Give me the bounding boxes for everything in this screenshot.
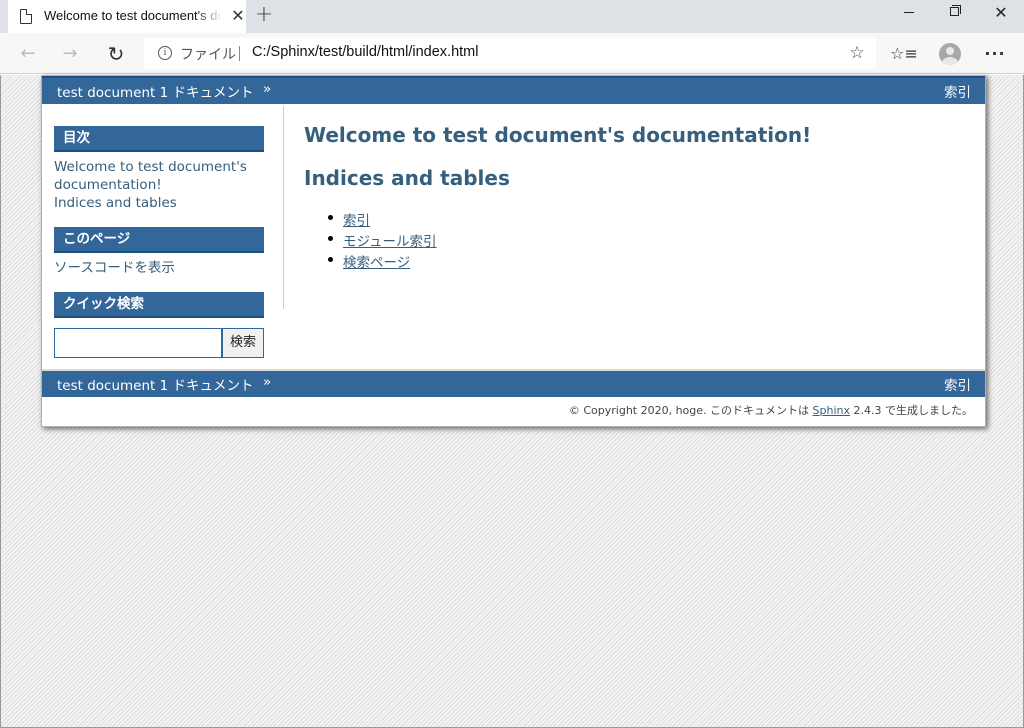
sphinx-version-text: 2.4.3 で生成しました。 [850,404,974,417]
related-bar-top: test document 1 ドキュメント » 索引 [42,76,985,104]
index-link[interactable]: 索引 [944,81,971,101]
breadcrumb-arrow: » [263,81,272,97]
minimize-icon [904,12,914,13]
bullet-icon [328,236,333,241]
window-close-button[interactable]: ✕ [978,0,1024,28]
indices-list: 索引 モジュール索引 検索ページ [324,209,437,272]
bullet-icon [328,215,333,220]
browser-titlebar: Welcome to test document's documentation… [0,0,1024,33]
avatar [939,43,961,65]
search-input[interactable] [54,328,222,358]
list-item: 検索ページ [324,251,437,272]
footer: © Copyright 2020, hoge. このドキュメントは Sphinx… [42,399,985,427]
new-tab-button[interactable]: + [252,4,276,28]
list-item: モジュール索引 [324,230,437,251]
address-bar[interactable]: i ファイル C:/Sphinx/test/build/html/index.h… [144,38,876,69]
more-icon[interactable]: ··· [981,40,1009,68]
back-arrow-icon[interactable]: ← [14,40,42,68]
quick-search-heading: クイック検索 [54,292,264,318]
search-button[interactable]: 検索 [222,328,264,358]
url-text[interactable]: C:/Sphinx/test/build/html/index.html [252,44,478,60]
list-item: 索引 [324,209,437,230]
sidebar: 目次 Welcome to test document's documentat… [42,106,284,358]
sphinx-link[interactable]: Sphinx [813,404,850,417]
tab-title: Welcome to test document's documentation… [44,8,222,23]
forward-arrow-icon[interactable]: → [56,40,84,68]
bullet-icon [328,257,333,262]
related-bar-bottom: test document 1 ドキュメント » 索引 [42,369,985,397]
reload-icon[interactable]: ↻ [102,40,130,68]
home-link-bottom[interactable]: test document 1 ドキュメント [57,374,254,394]
file-scheme-label: ファイル [180,46,236,62]
address-separator [239,46,240,61]
breadcrumb-arrow-bottom: » [263,374,272,390]
section-heading: Indices and tables [304,166,510,190]
genindex-link[interactable]: 索引 [343,213,370,229]
close-icon: ✕ [994,3,1008,22]
home-link[interactable]: test document 1 ドキュメント [57,81,254,101]
star-icon[interactable]: ☆ [846,41,868,65]
toc-item-indices[interactable]: Indices and tables [54,194,264,212]
browser-tab[interactable]: Welcome to test document's documentation… [8,0,246,33]
index-link-bottom[interactable]: 索引 [944,374,971,394]
browser-toolbar: ← → ↻ i ファイル C:/Sphinx/test/build/html/i… [0,33,1024,74]
minimize-button[interactable] [886,0,932,28]
profile-icon[interactable] [936,40,964,68]
restore-icon [950,7,959,16]
tab-close-button[interactable]: ✕ [229,7,247,25]
this-page-heading: このページ [54,227,264,253]
info-icon[interactable]: i [158,46,172,60]
favorites-list-icon[interactable]: ☆≡ [890,40,918,68]
document-icon [20,9,32,24]
page-viewport: test document 1 ドキュメント » 索引 目次 Welcome t… [0,75,1024,728]
search-page-link[interactable]: 検索ページ [343,255,410,271]
show-source-link[interactable]: ソースコードを表示 [54,259,264,277]
document-container: test document 1 ドキュメント » 索引 目次 Welcome t… [41,75,986,427]
restore-button[interactable] [932,0,978,28]
toc-item-welcome[interactable]: Welcome to test document's documentation… [54,158,264,194]
page-title: Welcome to test document's documentation… [304,123,812,147]
module-index-link[interactable]: モジュール索引 [343,234,437,250]
toc-heading: 目次 [54,126,264,152]
copyright-text: © Copyright 2020, hoge. このドキュメントは [568,404,813,417]
